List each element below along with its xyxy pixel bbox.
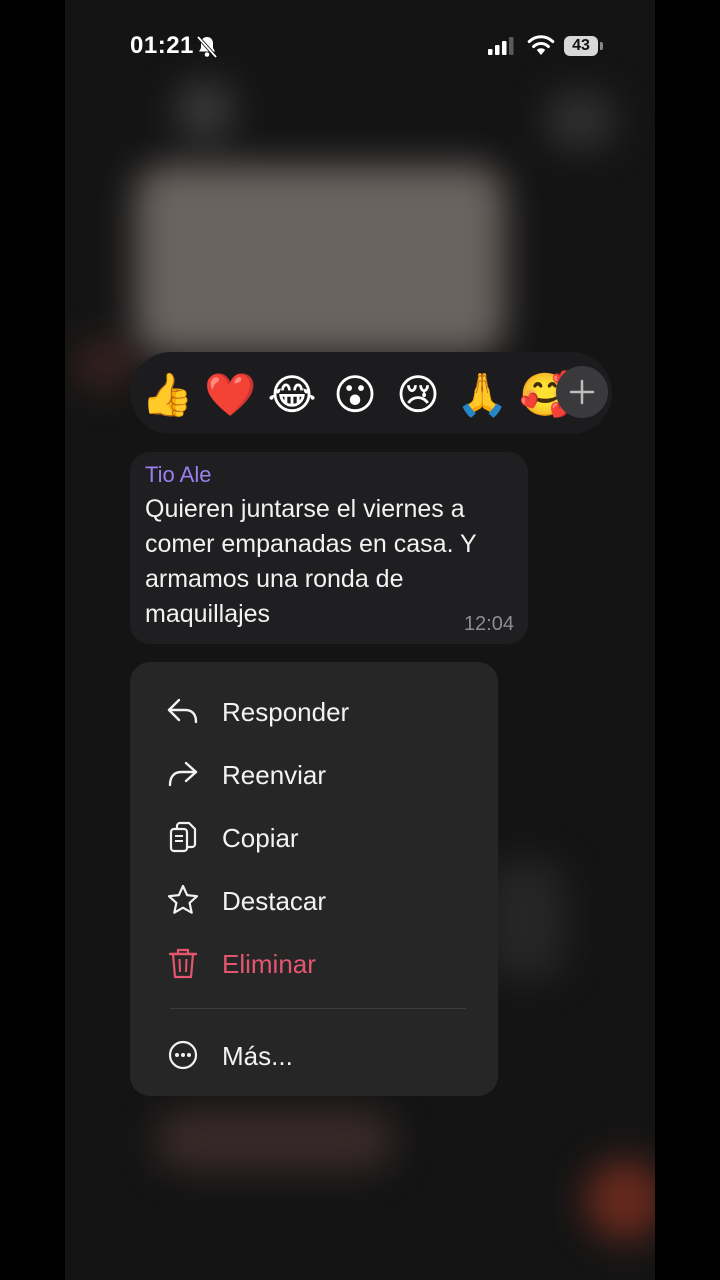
menu-item-copy[interactable]: Copiar bbox=[130, 806, 498, 866]
reply-icon bbox=[167, 698, 198, 724]
reaction-heart[interactable]: ❤️ bbox=[204, 370, 256, 420]
battery-indicator: 43 bbox=[564, 36, 598, 56]
context-menu: Responder Reenviar Copiar Destacar Elimi… bbox=[130, 662, 498, 1096]
more-reactions-button[interactable] bbox=[556, 366, 608, 418]
reaction-crying[interactable]: 😢 bbox=[393, 370, 443, 420]
menu-label-more: Más... bbox=[222, 1041, 293, 1071]
message-timestamp: 12:04 bbox=[463, 613, 514, 635]
menu-label-forward: Reenviar bbox=[222, 760, 327, 790]
reaction-laughing[interactable]: 😂 bbox=[267, 370, 317, 420]
message-bubble[interactable]: Tio Ale Quieren juntarse el viernes a co… bbox=[130, 452, 528, 644]
status-time: 01:21 bbox=[130, 32, 194, 59]
menu-label-delete: Eliminar bbox=[222, 949, 316, 979]
forward-icon bbox=[168, 761, 198, 787]
menu-label-reply: Responder bbox=[222, 697, 350, 727]
menu-divider bbox=[170, 1008, 466, 1009]
status-bar: 01:21 43 bbox=[0, 0, 720, 92]
copy-icon bbox=[169, 821, 197, 853]
cellular-signal-icon bbox=[488, 37, 514, 55]
menu-item-forward[interactable]: Reenviar bbox=[130, 743, 498, 803]
star-icon bbox=[167, 884, 199, 914]
menu-label-star: Destacar bbox=[222, 886, 327, 916]
wifi-icon bbox=[527, 35, 555, 55]
menu-item-more[interactable]: Más... bbox=[130, 1024, 498, 1084]
reaction-thumbs-up[interactable]: 👍 bbox=[141, 370, 193, 420]
reaction-bar: 👍 ❤️ 😂 😮 😢 🙏 🥰 bbox=[130, 352, 612, 434]
plus-icon bbox=[569, 379, 595, 405]
battery-nub bbox=[600, 42, 603, 50]
menu-item-star[interactable]: Destacar bbox=[130, 869, 498, 929]
menu-label-copy: Copiar bbox=[222, 823, 299, 853]
more-icon bbox=[168, 1040, 198, 1070]
reaction-surprised[interactable]: 😮 bbox=[330, 370, 380, 420]
message-text: Quieren juntarse el viernes a comer empa… bbox=[145, 495, 477, 628]
menu-item-delete[interactable]: Eliminar bbox=[130, 932, 498, 992]
bell-muted-icon bbox=[196, 35, 218, 59]
reaction-praying[interactable]: 🙏 bbox=[456, 370, 508, 420]
trash-icon bbox=[168, 948, 198, 979]
menu-item-reply[interactable]: Responder bbox=[130, 680, 498, 740]
message-sender: Tio Ale bbox=[145, 462, 212, 487]
